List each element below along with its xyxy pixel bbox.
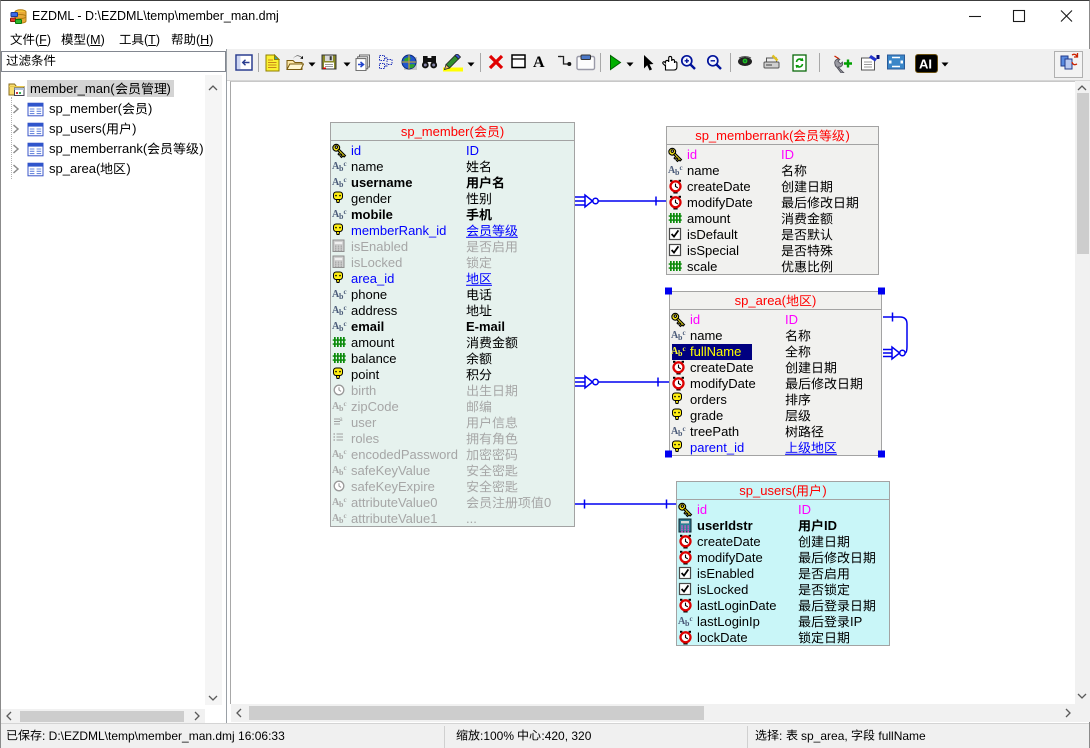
svg-text:c: c — [683, 345, 686, 353]
svg-text:AI: AI — [919, 57, 932, 72]
